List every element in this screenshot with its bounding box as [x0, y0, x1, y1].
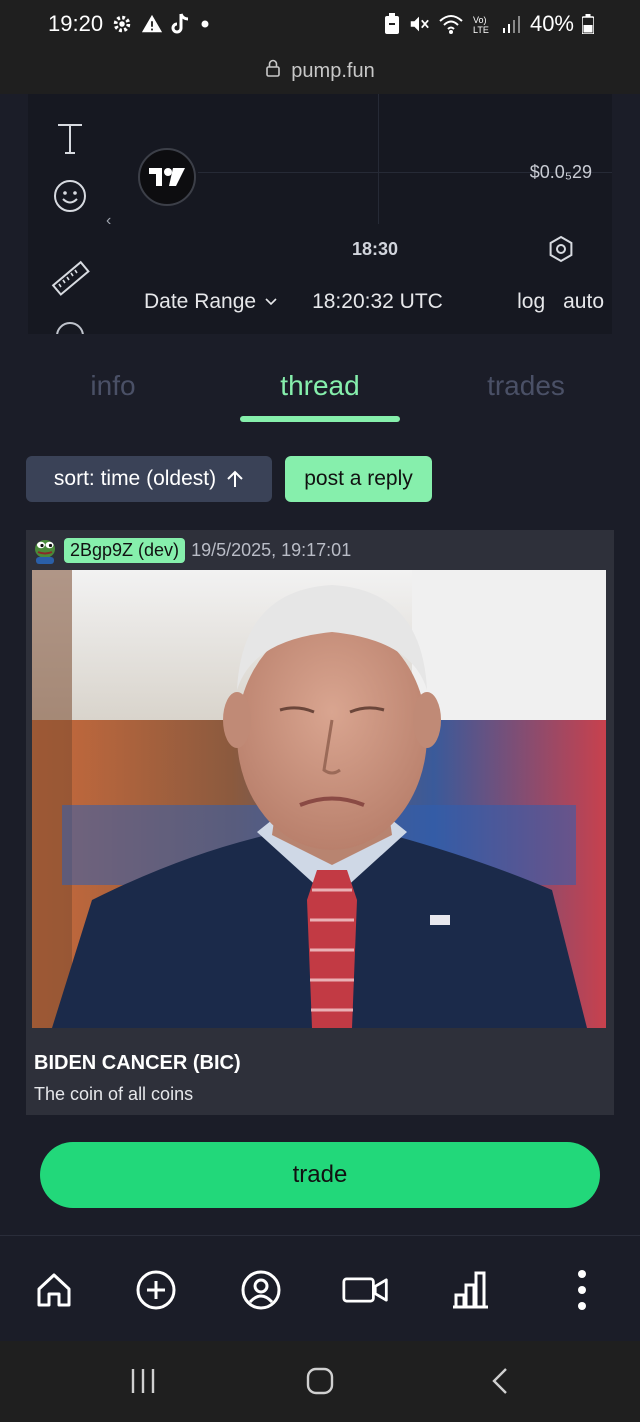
chevron-left-icon[interactable]: ‹: [106, 212, 111, 230]
url-text: pump.fun: [291, 59, 375, 82]
back-icon[interactable]: [490, 1367, 510, 1400]
svg-text:LTE: LTE: [473, 25, 489, 35]
date-range-label: Date Range: [144, 290, 257, 313]
signal-icon: [502, 13, 522, 35]
tab-info[interactable]: info: [68, 370, 158, 402]
toolbar-line-tool-icon[interactable]: [28, 94, 112, 98]
content-tabs: info thread trades: [0, 360, 640, 424]
sort-button[interactable]: sort: time (oldest): [26, 456, 272, 502]
tradingview-logo-icon[interactable]: [138, 148, 196, 206]
zoom-tool-icon[interactable]: [28, 322, 112, 334]
status-bar: 19:20 Vo) LTE 40%: [0, 0, 640, 48]
chart-settings-icon[interactable]: [546, 234, 576, 269]
tab-trades[interactable]: trades: [466, 370, 586, 402]
sort-label: sort: time (oldest): [53, 467, 217, 490]
auto-scale-toggle[interactable]: auto: [563, 290, 604, 314]
tab-thread[interactable]: thread: [260, 370, 380, 402]
bar-chart-icon[interactable]: [446, 1266, 494, 1314]
emoji-tool-icon[interactable]: [28, 178, 112, 214]
log-scale-toggle[interactable]: log: [517, 290, 545, 314]
chevron-down-icon: [265, 298, 277, 306]
battery-percent: 40%: [529, 11, 574, 36]
system-navigation-bar: [0, 1341, 640, 1422]
pepe-avatar[interactable]: [32, 536, 58, 564]
post-header: 2Bgp9Z (dev) 19/5/2025, 19:17:01: [32, 536, 351, 564]
post-user-badge[interactable]: 2Bgp9Z (dev): [64, 537, 186, 563]
price-axis-label: $0.0₅29: [529, 162, 592, 182]
url-bar[interactable]: pump.fun: [0, 48, 640, 94]
post-image[interactable]: [32, 570, 606, 1028]
wifi-icon: [438, 13, 464, 35]
plus-circle-icon[interactable]: [132, 1266, 180, 1314]
home-icon[interactable]: [30, 1266, 78, 1314]
mute-icon: [408, 13, 430, 35]
bottom-nav: [0, 1235, 640, 1341]
home-button-icon[interactable]: [306, 1367, 334, 1400]
settings-gear-icon: [111, 13, 133, 35]
coin-description: The coin of all coins: [34, 1084, 194, 1104]
alert-triangle-icon: [141, 13, 163, 35]
lock-icon: [265, 59, 281, 83]
volte-icon: Vo) LTE: [472, 13, 494, 35]
tiktok-icon: [171, 13, 191, 35]
coin-title: BIDEN CANCER (BIC): [34, 1052, 241, 1074]
notification-dot-icon: [199, 18, 211, 30]
battery-icon: [582, 14, 594, 34]
recent-apps-icon[interactable]: [130, 1367, 156, 1400]
active-tab-indicator: [240, 416, 400, 422]
video-icon[interactable]: [342, 1266, 390, 1314]
text-tool-icon[interactable]: [28, 120, 112, 156]
date-range-dropdown[interactable]: Date Range: [144, 290, 278, 314]
status-time: 19:20: [48, 11, 104, 36]
svg-text:Vo): Vo): [473, 15, 487, 25]
post-timestamp: 19/5/2025, 19:17:01: [191, 539, 352, 560]
ruler-tool-icon[interactable]: [28, 258, 112, 300]
utc-time[interactable]: 18:20:32 UTC: [312, 290, 443, 314]
drawing-toolbar: [28, 94, 112, 334]
chart-grid-line: [378, 94, 379, 224]
more-vertical-icon[interactable]: [558, 1266, 606, 1314]
battery-saver-icon: [384, 13, 400, 35]
time-axis-label: 18:30: [352, 239, 399, 259]
arrow-up-icon: [227, 470, 243, 487]
price-chart[interactable]: ‹ $0.0₅29 18:30 Date Range 18:20:32 UTC …: [28, 94, 612, 334]
profile-icon[interactable]: [237, 1266, 285, 1314]
post-reply-button[interactable]: post a reply: [285, 456, 432, 502]
chart-bottom-bar: Date Range 18:20:32 UTC log auto: [144, 290, 604, 314]
thread-post: 2Bgp9Z (dev) 19/5/2025, 19:17:01 BIDEN C…: [26, 530, 614, 1115]
trade-button[interactable]: trade: [40, 1142, 600, 1208]
